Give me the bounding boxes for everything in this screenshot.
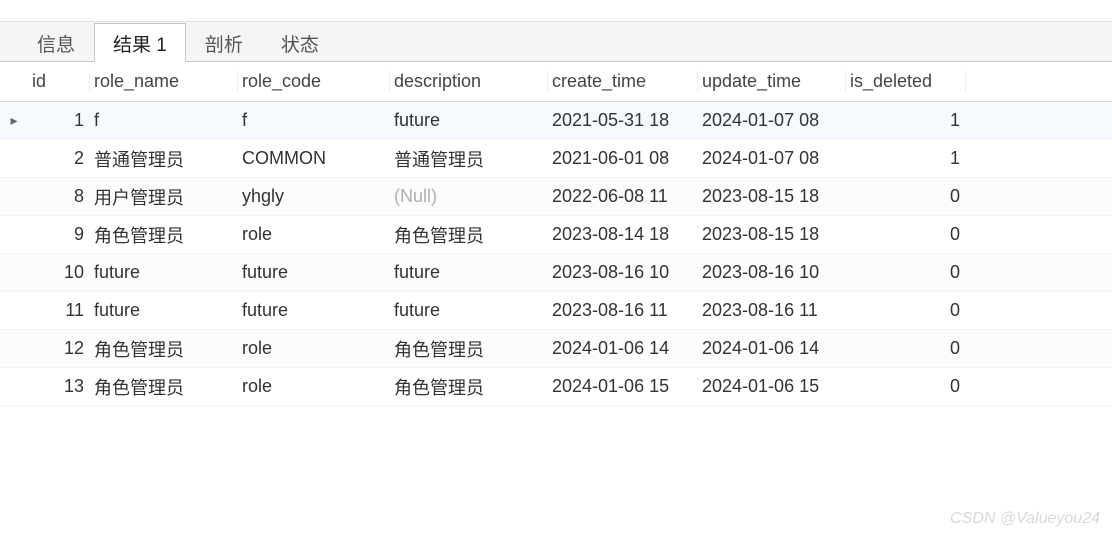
col-header-role_code[interactable]: role_code xyxy=(238,71,390,92)
cell-role_name[interactable]: 用户管理员 xyxy=(90,184,238,210)
table-row[interactable]: 2普通管理员COMMON普通管理员2021-06-01 082024-01-07… xyxy=(0,140,1112,178)
tab-0[interactable]: 信息 xyxy=(18,22,94,61)
cell-role_code[interactable]: future xyxy=(238,300,390,321)
cell-is_deleted[interactable]: 0 xyxy=(846,224,966,245)
cell-role_code[interactable]: yhgly xyxy=(238,186,390,207)
result-grid: id role_name role_code description creat… xyxy=(0,62,1112,406)
top-spacer xyxy=(0,0,1112,22)
table-row[interactable]: 9角色管理员role角色管理员2023-08-14 182023-08-15 1… xyxy=(0,216,1112,254)
cell-role_code[interactable]: future xyxy=(238,262,390,283)
tabs-bar: 信息结果 1剖析状态 xyxy=(0,22,1112,62)
cell-update_time[interactable]: 2023-08-15 18 xyxy=(698,224,846,245)
table-row[interactable]: 13角色管理员role角色管理员2024-01-06 152024-01-06 … xyxy=(0,368,1112,406)
cell-create_time[interactable]: 2023-08-16 11 xyxy=(548,300,698,321)
cell-id[interactable]: 8 xyxy=(28,186,90,207)
col-header-role_name[interactable]: role_name xyxy=(90,71,238,92)
cell-create_time[interactable]: 2023-08-16 10 xyxy=(548,262,698,283)
cell-create_time[interactable]: 2021-05-31 18 xyxy=(548,110,698,131)
cell-description[interactable]: future xyxy=(390,110,548,131)
table-row[interactable]: 8用户管理员yhgly(Null)2022-06-08 112023-08-15… xyxy=(0,178,1112,216)
cell-create_time[interactable]: 2022-06-08 11 xyxy=(548,186,698,207)
cell-update_time[interactable]: 2023-08-16 11 xyxy=(698,300,846,321)
tab-2[interactable]: 剖析 xyxy=(186,22,262,61)
cell-create_time[interactable]: 2023-08-14 18 xyxy=(548,224,698,245)
tab-3[interactable]: 状态 xyxy=(262,22,338,61)
cell-is_deleted[interactable]: 0 xyxy=(846,262,966,283)
cell-description[interactable]: 普通管理员 xyxy=(390,146,548,172)
cell-role_name[interactable]: 角色管理员 xyxy=(90,374,238,400)
cell-role_name[interactable]: f xyxy=(90,110,238,131)
cell-description[interactable]: future xyxy=(390,300,548,321)
cell-id[interactable]: 2 xyxy=(28,148,90,169)
cell-is_deleted[interactable]: 1 xyxy=(846,110,966,131)
col-header-id[interactable]: id xyxy=(28,71,90,92)
cell-is_deleted[interactable]: 0 xyxy=(846,300,966,321)
cell-is_deleted[interactable]: 1 xyxy=(846,148,966,169)
cell-update_time[interactable]: 2024-01-07 08 xyxy=(698,110,846,131)
table-row[interactable]: 10futurefuturefuture2023-08-16 102023-08… xyxy=(0,254,1112,292)
cell-id[interactable]: 1 xyxy=(28,110,90,131)
cell-id[interactable]: 12 xyxy=(28,338,90,359)
cell-create_time[interactable]: 2024-01-06 15 xyxy=(548,376,698,397)
cell-role_code[interactable]: f xyxy=(238,110,390,131)
cell-role_name[interactable]: future xyxy=(90,300,238,321)
cell-update_time[interactable]: 2023-08-15 18 xyxy=(698,186,846,207)
cell-is_deleted[interactable]: 0 xyxy=(846,376,966,397)
watermark: CSDN @Valueyou24 xyxy=(950,510,1100,528)
cell-id[interactable]: 13 xyxy=(28,376,90,397)
table-row[interactable]: 12角色管理员role角色管理员2024-01-06 142024-01-06 … xyxy=(0,330,1112,368)
cell-create_time[interactable]: 2024-01-06 14 xyxy=(548,338,698,359)
cell-id[interactable]: 11 xyxy=(28,300,90,321)
cell-is_deleted[interactable]: 0 xyxy=(846,186,966,207)
rows-container: ▸1fffuture2021-05-31 182024-01-07 0812普通… xyxy=(0,102,1112,406)
col-header-create_time[interactable]: create_time xyxy=(548,71,698,92)
col-header-description[interactable]: description xyxy=(390,71,548,92)
tab-1[interactable]: 结果 1 xyxy=(94,23,186,62)
cell-create_time[interactable]: 2021-06-01 08 xyxy=(548,148,698,169)
table-row[interactable]: 11futurefuturefuture2023-08-16 112023-08… xyxy=(0,292,1112,330)
table-header-row: id role_name role_code description creat… xyxy=(0,62,1112,102)
col-header-is_deleted[interactable]: is_deleted xyxy=(846,71,966,92)
cell-role_code[interactable]: role xyxy=(238,376,390,397)
cell-id[interactable]: 10 xyxy=(28,262,90,283)
col-header-update_time[interactable]: update_time xyxy=(698,71,846,92)
cell-is_deleted[interactable]: 0 xyxy=(846,338,966,359)
cell-role_code[interactable]: role xyxy=(238,224,390,245)
table-row[interactable]: ▸1fffuture2021-05-31 182024-01-07 081 xyxy=(0,102,1112,140)
cell-update_time[interactable]: 2024-01-06 15 xyxy=(698,376,846,397)
cell-role_name[interactable]: 角色管理员 xyxy=(90,222,238,248)
cell-id[interactable]: 9 xyxy=(28,224,90,245)
cell-description[interactable]: 角色管理员 xyxy=(390,374,548,400)
cell-update_time[interactable]: 2024-01-06 14 xyxy=(698,338,846,359)
cell-update_time[interactable]: 2024-01-07 08 xyxy=(698,148,846,169)
cell-update_time[interactable]: 2023-08-16 10 xyxy=(698,262,846,283)
cell-description[interactable]: 角色管理员 xyxy=(390,222,548,248)
cell-role_name[interactable]: 普通管理员 xyxy=(90,146,238,172)
cell-description[interactable]: (Null) xyxy=(390,186,548,207)
cell-description[interactable]: 角色管理员 xyxy=(390,336,548,362)
cell-role_name[interactable]: 角色管理员 xyxy=(90,336,238,362)
cell-role_code[interactable]: COMMON xyxy=(238,148,390,169)
cell-role_name[interactable]: future xyxy=(90,262,238,283)
row-indicator: ▸ xyxy=(0,112,28,129)
cell-role_code[interactable]: role xyxy=(238,338,390,359)
cell-description[interactable]: future xyxy=(390,262,548,283)
